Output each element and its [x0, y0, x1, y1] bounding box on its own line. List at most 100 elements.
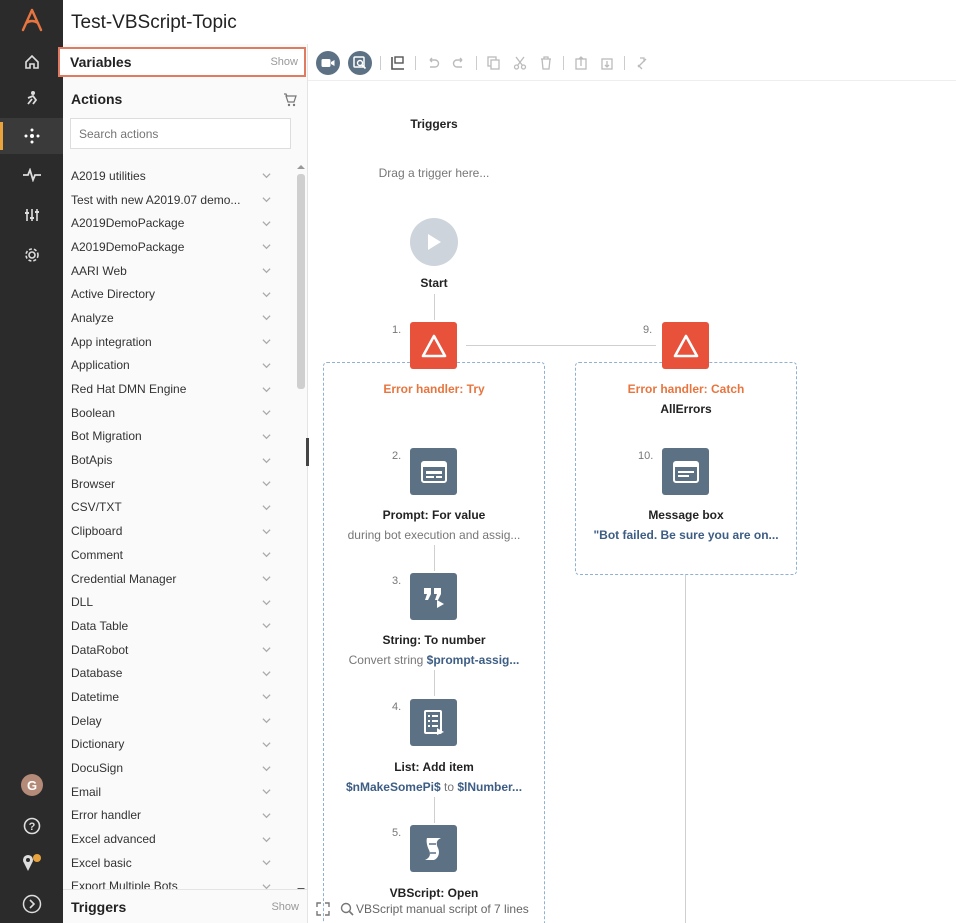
- action-package-item[interactable]: Application: [63, 354, 293, 378]
- logo-icon[interactable]: [0, 0, 63, 40]
- chevron-down-icon[interactable]: [262, 764, 271, 773]
- chevron-down-icon[interactable]: [262, 456, 271, 465]
- action-package-item[interactable]: Bot Migration: [63, 425, 293, 449]
- chevron-down-icon[interactable]: [262, 242, 271, 251]
- action-package-item[interactable]: DataRobot: [63, 638, 293, 662]
- action-package-item[interactable]: BotApis: [63, 448, 293, 472]
- trigger-drop-zone[interactable]: Drag a trigger here...: [360, 166, 508, 180]
- chevron-down-icon[interactable]: [262, 479, 271, 488]
- chevron-down-icon[interactable]: [262, 669, 271, 678]
- undo-button[interactable]: [424, 54, 442, 72]
- search-actions-input[interactable]: [70, 118, 291, 149]
- action-package-item[interactable]: Analyze: [63, 306, 293, 330]
- action-package-item[interactable]: Boolean: [63, 401, 293, 425]
- action-package-item[interactable]: A2019 utilities: [63, 164, 293, 188]
- action-package-item[interactable]: Clipboard: [63, 519, 293, 543]
- action-package-item[interactable]: CSV/TXT: [63, 496, 293, 520]
- action-package-item[interactable]: Email: [63, 780, 293, 804]
- triggers-section-header[interactable]: Triggers Show: [63, 889, 307, 923]
- action-package-item[interactable]: AARI Web: [63, 259, 293, 283]
- chevron-down-icon[interactable]: [262, 645, 271, 654]
- cut-button[interactable]: [511, 54, 529, 72]
- panel-resize-handle[interactable]: [306, 438, 309, 466]
- chevron-down-icon[interactable]: [262, 195, 271, 204]
- action-package-item[interactable]: Delay: [63, 709, 293, 733]
- action-package-item[interactable]: App integration: [63, 330, 293, 354]
- help-icon[interactable]: ?: [0, 808, 63, 844]
- chevron-down-icon[interactable]: [262, 716, 271, 725]
- fit-screen-icon[interactable]: [316, 902, 330, 916]
- chevron-down-icon[interactable]: [262, 290, 271, 299]
- variables-show-link[interactable]: Show: [270, 56, 298, 68]
- zoom-icon[interactable]: [340, 902, 354, 916]
- error-handler-catch-node[interactable]: [662, 322, 709, 369]
- action-package-item[interactable]: DocuSign: [63, 756, 293, 780]
- action-package-item[interactable]: Browser: [63, 472, 293, 496]
- action-package-item[interactable]: Excel advanced: [63, 827, 293, 851]
- insert-step-button[interactable]: [389, 54, 407, 72]
- chevron-down-icon[interactable]: [262, 171, 271, 180]
- error-handler-try-node[interactable]: [410, 322, 457, 369]
- avatar[interactable]: G: [21, 774, 43, 796]
- paste-below-button[interactable]: [598, 54, 616, 72]
- action-package-item[interactable]: A2019DemoPackage: [63, 211, 293, 235]
- list-add-item-node[interactable]: [410, 699, 457, 746]
- activity-icon[interactable]: [0, 157, 63, 193]
- action-package-item[interactable]: Red Hat DMN Engine: [63, 377, 293, 401]
- scrollbar[interactable]: [295, 164, 305, 892]
- preview-button[interactable]: [348, 51, 372, 75]
- chevron-down-icon[interactable]: [262, 550, 271, 559]
- packages-icon[interactable]: [283, 92, 299, 108]
- chevron-down-icon[interactable]: [262, 337, 271, 346]
- chevron-down-icon[interactable]: [262, 811, 271, 820]
- chevron-down-icon[interactable]: [262, 361, 271, 370]
- delete-button[interactable]: [537, 54, 555, 72]
- action-package-item[interactable]: Test with new A2019.07 demo...: [63, 188, 293, 212]
- chevron-down-icon[interactable]: [262, 835, 271, 844]
- chevron-down-icon[interactable]: [262, 740, 271, 749]
- triggers-show-link[interactable]: Show: [271, 901, 299, 913]
- chevron-down-icon[interactable]: [262, 621, 271, 630]
- action-package-item[interactable]: Database: [63, 661, 293, 685]
- chevron-down-icon[interactable]: [262, 313, 271, 322]
- home-icon[interactable]: [0, 44, 63, 80]
- paste-above-button[interactable]: [572, 54, 590, 72]
- scrollbar-thumb[interactable]: [297, 174, 305, 389]
- chevron-down-icon[interactable]: [262, 858, 271, 867]
- chevron-down-icon[interactable]: [262, 503, 271, 512]
- prompt-node[interactable]: [410, 448, 457, 495]
- chevron-down-icon[interactable]: [262, 527, 271, 536]
- bot-runner-icon[interactable]: [0, 80, 63, 116]
- scroll-up-icon[interactable]: [297, 164, 305, 170]
- settings-icon[interactable]: [0, 237, 63, 273]
- automation-icon[interactable]: [0, 118, 63, 154]
- message-box-node[interactable]: [662, 448, 709, 495]
- action-package-item[interactable]: Comment: [63, 543, 293, 567]
- chevron-down-icon[interactable]: [262, 219, 271, 228]
- action-package-item[interactable]: Active Directory: [63, 282, 293, 306]
- start-button[interactable]: [410, 218, 458, 266]
- vbscript-open-node[interactable]: [410, 825, 457, 872]
- action-package-item[interactable]: Error handler: [63, 804, 293, 828]
- chevron-down-icon[interactable]: [262, 408, 271, 417]
- chevron-down-icon[interactable]: [262, 385, 271, 394]
- chevron-down-icon[interactable]: [262, 266, 271, 275]
- action-package-item[interactable]: Dictionary: [63, 733, 293, 757]
- chevron-down-icon[interactable]: [262, 432, 271, 441]
- string-to-number-node[interactable]: [410, 573, 457, 620]
- copy-button[interactable]: [485, 54, 503, 72]
- manage-icon[interactable]: [0, 197, 63, 233]
- chevron-down-icon[interactable]: [262, 692, 271, 701]
- location-badge-icon[interactable]: [0, 845, 63, 881]
- disable-button[interactable]: [633, 54, 651, 72]
- redo-button[interactable]: [450, 54, 468, 72]
- chevron-down-icon[interactable]: [262, 598, 271, 607]
- action-package-item[interactable]: Data Table: [63, 614, 293, 638]
- chevron-down-icon[interactable]: [262, 787, 271, 796]
- action-package-item[interactable]: Datetime: [63, 685, 293, 709]
- action-package-item[interactable]: A2019DemoPackage: [63, 235, 293, 259]
- action-package-item[interactable]: Credential Manager: [63, 567, 293, 591]
- chevron-down-icon[interactable]: [262, 574, 271, 583]
- variables-section-header[interactable]: Variables Show: [58, 47, 306, 77]
- action-package-item[interactable]: DLL: [63, 590, 293, 614]
